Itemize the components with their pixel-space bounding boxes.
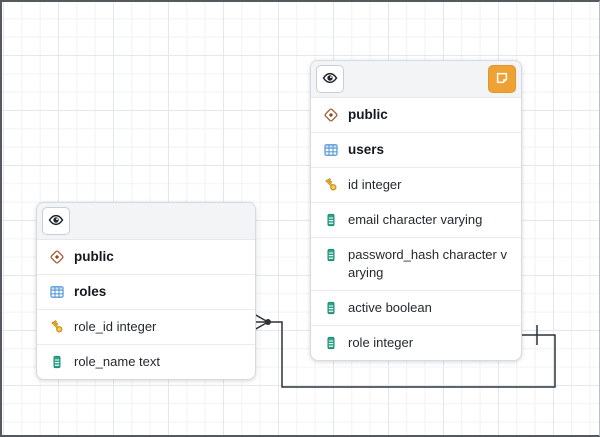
show-details-button[interactable] (42, 207, 70, 235)
table-icon (323, 142, 339, 158)
column-row: id integer (311, 167, 521, 202)
row-label: id integer (348, 176, 401, 194)
table-name-row: users (311, 132, 521, 167)
key-icon (323, 177, 339, 193)
row-label: role integer (348, 334, 413, 352)
schema-icon (49, 249, 65, 265)
key-icon (49, 319, 65, 335)
table-icon (49, 284, 65, 300)
column-icon (323, 212, 339, 228)
column-row: role_name text (37, 344, 255, 379)
column-icon (49, 354, 65, 370)
schema-row: public (37, 240, 255, 274)
column-row: active boolean (311, 290, 521, 325)
row-label: public (74, 248, 114, 266)
node-header (311, 61, 521, 98)
row-label: role_name text (74, 353, 160, 371)
eye-icon (48, 212, 64, 231)
erd-canvas[interactable]: public roles role_id integer role_name text… (0, 0, 600, 437)
column-row: password_hash character varying (311, 237, 521, 290)
column-row: role_id integer (37, 309, 255, 344)
column-row: email character varying (311, 202, 521, 237)
row-label: role_id integer (74, 318, 156, 336)
column-icon (323, 335, 339, 351)
note-icon (494, 70, 510, 89)
row-label: users (348, 141, 384, 159)
show-details-button[interactable] (316, 65, 344, 93)
schema-row: public (311, 98, 521, 132)
column-row: role integer (311, 325, 521, 360)
eye-icon (322, 70, 338, 89)
row-label: email character varying (348, 211, 482, 229)
node-rows: public users id integer email character var… (311, 98, 521, 360)
node-rows: public roles role_id integer role_name text (37, 240, 255, 379)
column-icon (323, 300, 339, 316)
table-name-row: roles (37, 274, 255, 309)
table-node-users[interactable]: public users id integer email character var… (310, 60, 522, 361)
table-node-roles[interactable]: public roles role_id integer role_name text (36, 202, 256, 380)
column-icon (323, 247, 339, 263)
note-button[interactable] (488, 65, 516, 93)
node-header (37, 203, 255, 240)
row-label: public (348, 106, 388, 124)
row-label: roles (74, 283, 106, 301)
schema-icon (323, 107, 339, 123)
row-label: password_hash character varying (348, 246, 513, 282)
row-label: active boolean (348, 299, 432, 317)
